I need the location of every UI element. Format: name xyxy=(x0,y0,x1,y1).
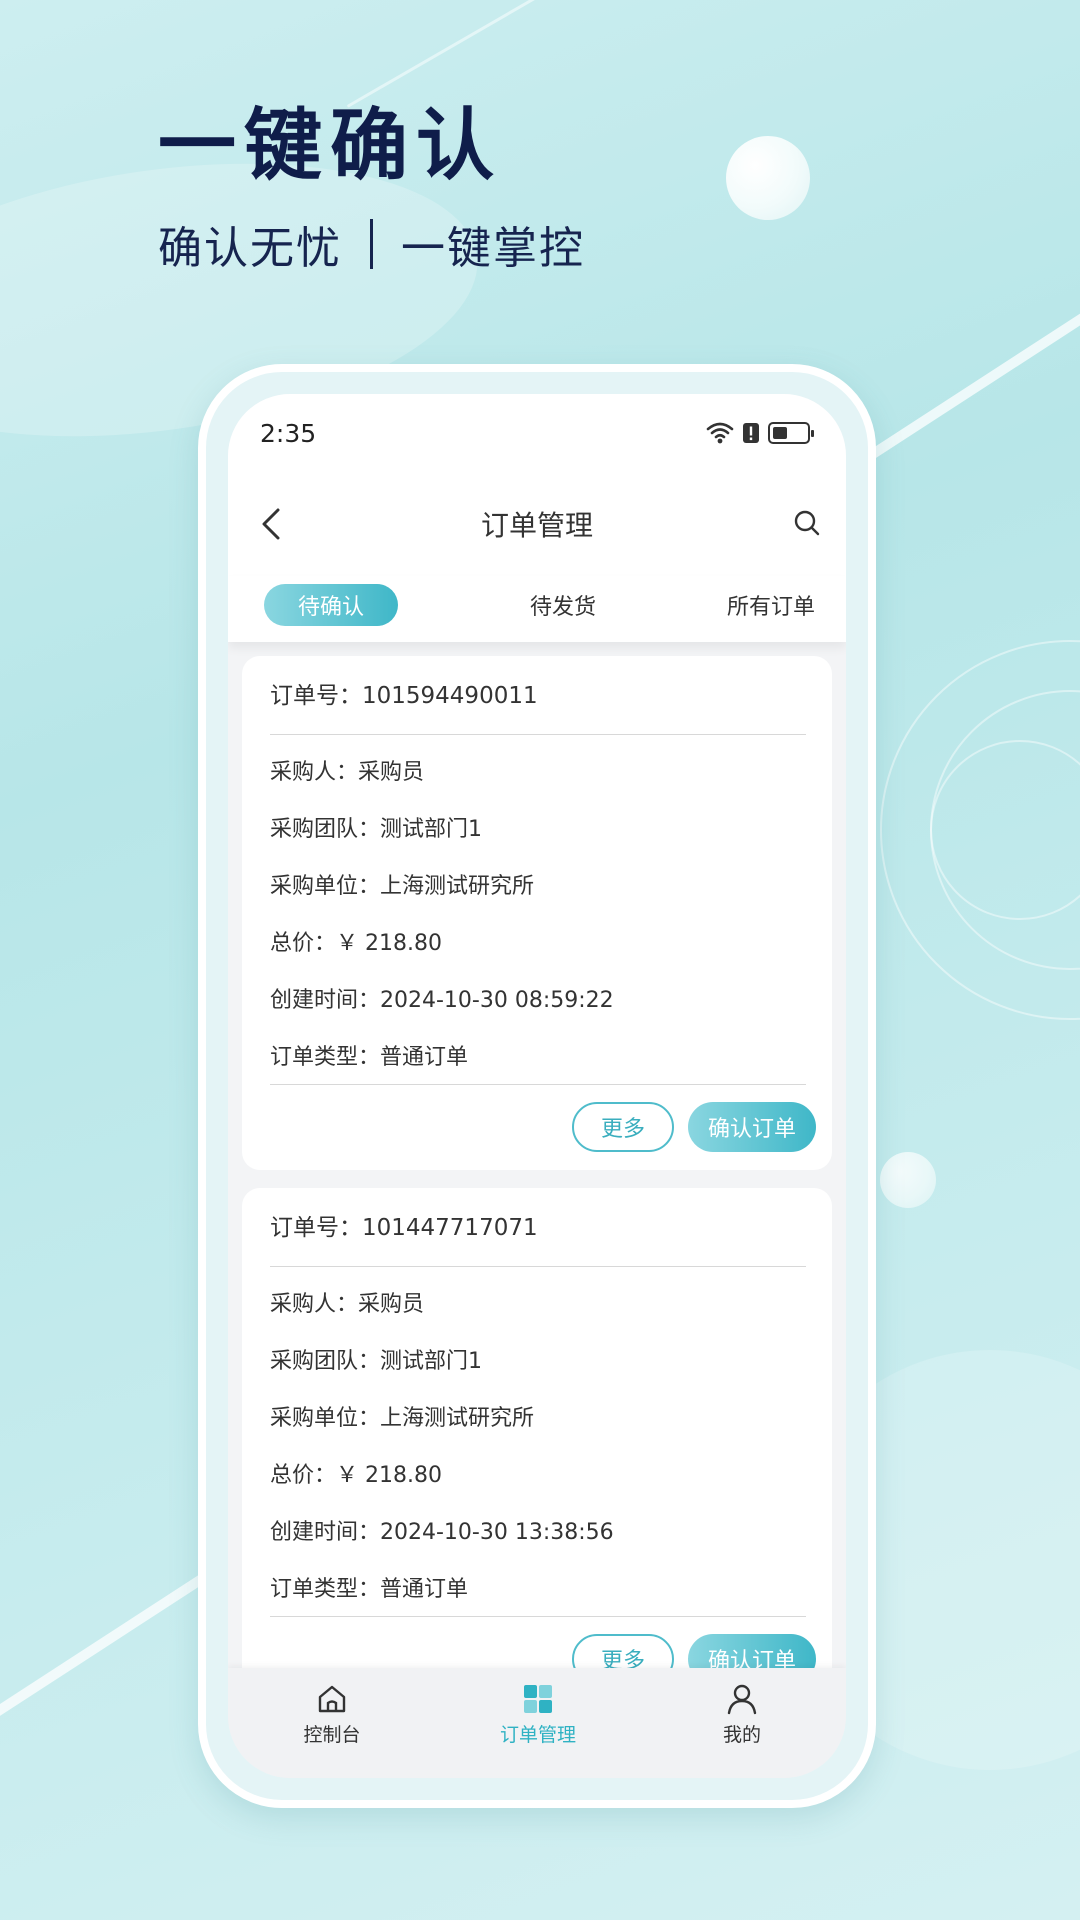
page-title: 订单管理 xyxy=(480,509,593,542)
alert-icon xyxy=(743,423,759,443)
order-unit: 采购单位：上海测试研究所 xyxy=(270,1406,535,1431)
tab-pending-confirm[interactable]: 待确认 xyxy=(264,584,398,626)
bottom-tab-bar: 控制台 订单管理 我的 xyxy=(228,1668,846,1778)
battery-fill xyxy=(773,427,787,439)
tabbar-label: 订单管理 xyxy=(499,1724,576,1746)
order-buyer: 采购人：采购员 xyxy=(270,760,425,785)
hero-subtitle-divider xyxy=(370,219,373,269)
order-number: 订单号：101447717071 xyxy=(270,1215,538,1241)
phone-screen: 2:35 订单管理 待确认 待发货 所有订单 订单号：101594490011 … xyxy=(228,394,846,1778)
confirm-order-button[interactable]: 确认订单 xyxy=(688,1102,816,1152)
hero-subtitle-right: 一键掌控 xyxy=(401,223,585,274)
order-type: 订单类型：普通订单 xyxy=(270,1577,469,1602)
tabbar-label: 控制台 xyxy=(303,1724,361,1746)
tabbar-item-mine[interactable]: 我的 xyxy=(672,1682,812,1747)
order-buyer: 采购人：采购员 xyxy=(270,1292,425,1317)
divider xyxy=(270,734,806,735)
order-total: 总价：￥ 218.80 xyxy=(270,1463,442,1488)
divider xyxy=(270,1266,806,1267)
order-card: 订单号：101594490011 采购人：采购员 采购团队：测试部门1 采购单位… xyxy=(242,656,832,1170)
search-icon[interactable] xyxy=(792,508,822,538)
tabbar-label: 我的 xyxy=(722,1724,761,1746)
wifi-icon xyxy=(706,422,734,444)
status-bar: 2:35 xyxy=(228,394,846,472)
nav-bar: 订单管理 xyxy=(228,472,846,576)
user-icon xyxy=(727,1684,757,1715)
order-card: 订单号：101447717071 采购人：采购员 采购团队：测试部门1 采购单位… xyxy=(242,1188,832,1702)
bg-light-streak xyxy=(346,0,574,108)
bg-light-streak xyxy=(864,268,1080,462)
chevron-left-icon[interactable] xyxy=(252,504,292,544)
order-created-time: 创建时间：2024-10-30 13:38:56 xyxy=(270,1520,614,1545)
tab-all-orders[interactable]: 所有订单 xyxy=(706,584,836,626)
bg-sphere xyxy=(726,136,810,220)
hero-subtitle: 确认无忧 一键掌控 xyxy=(158,212,585,276)
home-icon xyxy=(318,1685,346,1713)
order-team: 采购团队：测试部门1 xyxy=(270,817,482,842)
tab-pending-ship[interactable]: 待发货 xyxy=(498,584,628,626)
status-time: 2:35 xyxy=(260,418,317,448)
phone-mockup: 2:35 订单管理 待确认 待发货 所有订单 订单号：101594490011 … xyxy=(198,364,876,1808)
battery-icon xyxy=(768,422,814,444)
order-number: 订单号：101594490011 xyxy=(270,683,538,709)
tabbar-item-order-management[interactable]: 订单管理 xyxy=(468,1682,608,1747)
order-status-tabs: 待确认 待发货 所有订单 xyxy=(228,576,846,642)
order-type: 订单类型：普通订单 xyxy=(270,1045,469,1070)
divider xyxy=(270,1084,806,1085)
bg-sphere xyxy=(880,1152,936,1208)
divider xyxy=(270,1616,806,1617)
order-total: 总价：￥ 218.80 xyxy=(270,931,442,956)
order-created-time: 创建时间：2024-10-30 08:59:22 xyxy=(270,988,614,1013)
more-button[interactable]: 更多 xyxy=(572,1102,674,1152)
order-unit: 采购单位：上海测试研究所 xyxy=(270,874,535,899)
hero-subtitle-left: 确认无忧 xyxy=(158,223,342,274)
grid-icon xyxy=(524,1685,552,1713)
hero-title: 一键确认 xyxy=(158,101,503,191)
status-icons xyxy=(706,421,814,445)
order-team: 采购团队：测试部门1 xyxy=(270,1349,482,1374)
tabbar-item-console[interactable]: 控制台 xyxy=(262,1682,402,1747)
